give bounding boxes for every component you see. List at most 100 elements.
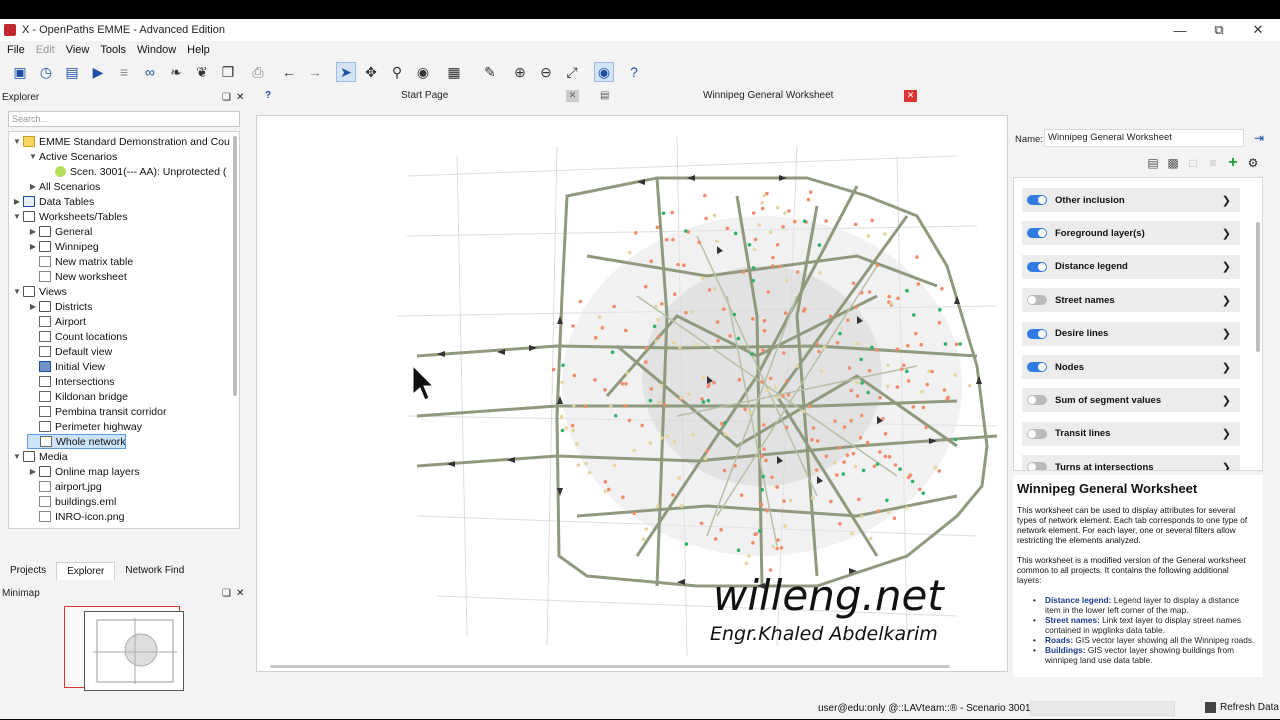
tree-item[interactable]: Default view (27, 344, 112, 359)
tab-start-page[interactable]: Start Page (401, 90, 448, 101)
magnify-icon[interactable]: ⚲ (387, 62, 407, 82)
tree-item[interactable]: ▶ All Scenarios (27, 179, 100, 194)
menu-tools[interactable]: Tools (100, 44, 126, 56)
tree-item[interactable]: ▼ EMME Standard Demonstration and Cou (11, 134, 230, 149)
layer-row[interactable]: Transit lines ❯ (1022, 421, 1240, 446)
chevron-down-icon[interactable]: ▼ (11, 137, 23, 146)
grid-layout-icon[interactable]: ▦ (444, 62, 464, 82)
layer-toggle[interactable] (1027, 362, 1047, 372)
layer-row[interactable]: Street names ❯ (1022, 288, 1240, 313)
network-icon[interactable]: ∞ (140, 62, 160, 82)
print-icon[interactable]: ⎙ (248, 62, 268, 82)
tree-item[interactable]: Scen. 3001(--- AA): Unprotected ( (43, 164, 226, 179)
tree-item[interactable]: ▶ Districts (27, 299, 92, 314)
zoom-target-icon[interactable]: ◉ (413, 62, 433, 82)
layers-icon[interactable]: ≡ (1206, 156, 1220, 170)
chevron-right-icon[interactable]: ▶ (11, 197, 23, 206)
map-pin-icon[interactable]: ◉ (594, 62, 614, 82)
tree-item[interactable]: Pembina transit corridor (27, 404, 166, 419)
chevron-right-icon[interactable]: ▶ (27, 227, 39, 236)
layer-row[interactable]: Sum of segment values ❯ (1022, 388, 1240, 413)
menu-window[interactable]: Window (137, 44, 176, 56)
layer-row[interactable]: Foreground layer(s) ❯ (1022, 221, 1240, 246)
tab-winnipeg-worksheet[interactable]: Winnipeg General Worksheet (703, 90, 833, 101)
tree-item[interactable]: Airport (27, 314, 86, 329)
chevron-right-icon[interactable]: ▶ (27, 302, 39, 311)
chevron-right-icon[interactable]: ❯ (1222, 394, 1231, 407)
tab-network-find[interactable]: Network Find (115, 562, 194, 580)
close-minimap-icon[interactable]: ✕ (236, 585, 244, 601)
layer-row[interactable]: Turns at intersections ❯ (1022, 455, 1240, 470)
chevron-right-icon[interactable]: ❯ (1222, 327, 1231, 340)
gear-icon[interactable]: ⚙ (1246, 156, 1260, 170)
chevron-right-icon[interactable]: ❯ (1222, 194, 1231, 207)
menu-help[interactable]: Help (187, 44, 210, 56)
add-layer-icon[interactable]: + (1226, 155, 1240, 171)
layer-toggle[interactable] (1027, 195, 1047, 205)
chevron-down-icon[interactable]: ▼ (11, 212, 23, 221)
zoom-out-icon[interactable]: ⊖ (536, 62, 556, 82)
layer-toggle[interactable] (1027, 295, 1047, 306)
cube-icon[interactable]: ▣ (10, 62, 30, 82)
tree-item[interactable]: ▼ Media (11, 449, 68, 464)
layer-toggle[interactable] (1027, 228, 1047, 239)
minimap-thumbnail[interactable] (84, 611, 184, 691)
chevron-right-icon[interactable]: ❯ (1222, 227, 1231, 240)
explorer-search-input[interactable]: Search... (8, 111, 240, 127)
measure-icon[interactable]: ✎ (480, 62, 500, 82)
copy-window-icon[interactable]: ❐ (218, 62, 238, 82)
tree-item[interactable]: buildings.eml (27, 494, 116, 509)
tree-item[interactable]: Kildonan bridge (27, 389, 128, 404)
tree-item[interactable]: ▶ Online map layers (27, 464, 140, 479)
tree-item[interactable]: New matrix table (27, 254, 133, 269)
clock-icon[interactable]: ◷ (36, 62, 56, 82)
layer-toggle[interactable] (1027, 328, 1047, 339)
tree-item[interactable]: ▶ Data Tables (11, 194, 94, 209)
layer-toggle[interactable] (1027, 428, 1047, 439)
float-minimap-icon[interactable]: ❏ (222, 585, 231, 601)
database-icon[interactable]: ≡ (114, 62, 134, 82)
tree-scrollbar[interactable] (233, 136, 237, 396)
close-panel-icon[interactable]: ✕ (236, 89, 244, 105)
tree-item[interactable]: airport.jpg (27, 479, 102, 494)
tree-item[interactable]: ▼ Active Scenarios (27, 149, 117, 164)
chevron-right-icon[interactable]: ❯ (1222, 294, 1231, 307)
pan-icon[interactable]: ✥ (361, 62, 381, 82)
copy-icon[interactable]: □ (1186, 156, 1200, 170)
tree-item[interactable]: ▼ Worksheets/Tables (11, 209, 127, 224)
tree-item[interactable]: INRO-icon.png (27, 509, 124, 524)
tree-item[interactable]: ▼ Views (11, 284, 67, 299)
tree-item[interactable]: Count locations (27, 329, 127, 344)
chevron-right-icon[interactable]: ❯ (1222, 361, 1231, 374)
chevron-down-icon[interactable]: ▼ (11, 287, 23, 296)
chevron-right-icon[interactable]: ❯ (1222, 427, 1231, 440)
back-icon[interactable]: ← (279, 62, 299, 82)
tree-item[interactable]: New worksheet (27, 269, 127, 284)
worksheet-name-input[interactable]: Winnipeg General Worksheet (1044, 129, 1244, 147)
chevron-right-icon[interactable]: ❯ (1222, 260, 1231, 273)
dock-icon[interactable]: ⇥ (1252, 131, 1266, 145)
layer-row[interactable]: Desire lines ❯ (1022, 321, 1240, 346)
tree-item[interactable]: Perimeter highway (27, 419, 142, 434)
fit-extent-icon[interactable]: ⤢ (562, 62, 582, 82)
close-window-button[interactable]: ✕ (1238, 19, 1278, 41)
menu-view[interactable]: View (66, 44, 90, 56)
zoom-in-icon[interactable]: ⊕ (510, 62, 530, 82)
refresh-data-button[interactable]: Refresh Data (1205, 702, 1279, 713)
select-pointer-icon[interactable]: ➤ (336, 62, 356, 82)
play-icon[interactable]: ▶ (88, 62, 108, 82)
layer-toggle[interactable] (1027, 395, 1047, 406)
close-start-tab-icon[interactable]: ✕ (566, 90, 579, 102)
layer-row[interactable]: Other inclusion ❯ (1022, 188, 1240, 212)
chevron-right-icon[interactable]: ❯ (1222, 461, 1231, 470)
chevron-right-icon[interactable]: ▶ (27, 242, 39, 251)
restore-button[interactable]: ⧉ (1199, 19, 1239, 41)
layer-row[interactable]: Nodes ❯ (1022, 355, 1240, 379)
tab-projects[interactable]: Projects (0, 562, 56, 580)
close-worksheet-tab-icon[interactable]: ✕ (904, 90, 917, 102)
tab-explorer[interactable]: Explorer (56, 562, 116, 580)
tree-item[interactable]: ▶ Winnipeg (27, 239, 99, 254)
tree-item[interactable]: ▶ General (27, 224, 92, 239)
help-icon[interactable]: ? (624, 62, 644, 82)
minimize-button[interactable]: — (1160, 19, 1200, 41)
